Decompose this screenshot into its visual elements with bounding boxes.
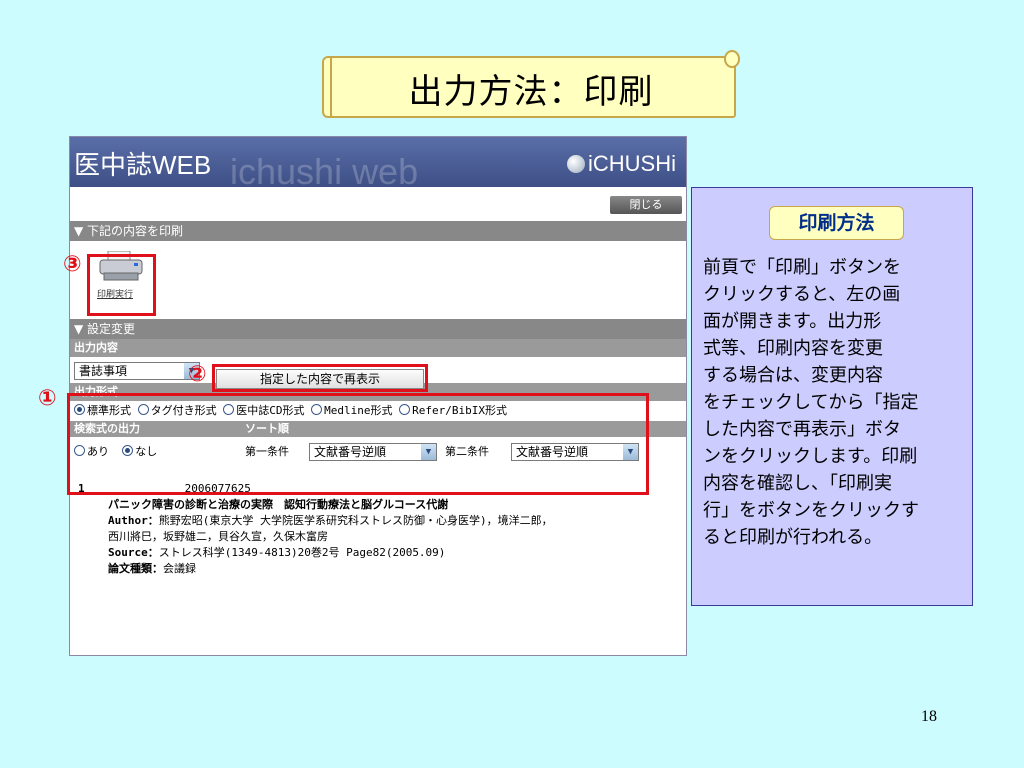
note-line: した内容で再表示」ボタ [703,419,901,440]
highlight-print-button [87,254,156,316]
author-line-2: 西川將巳，坂野雄二，貝谷久宣，久保木富房 [108,530,328,543]
print-section-header: ▼ 下記の内容を印刷 [70,221,686,241]
brand-logo: iCHUSHi [567,151,676,177]
author-label: Author： [108,514,159,527]
settings-section-header: ▼ 設定変更 [70,319,686,339]
explanation-note: 印刷方法 前頁で「印刷」ボタンを クリックすると、左の画 面が開きます。出力形 … [691,187,973,606]
print-area: 印刷実行 [70,241,686,319]
brand-text: iCHUSHi [588,151,676,176]
slide-title-banner: 出力方法：印刷 [322,50,740,118]
highlight-refresh-button [212,364,428,392]
page-number: 18 [921,708,937,725]
note-line: 内容を確認し、「印刷実 [703,473,892,494]
record-body: パニック障害の診断と治療の実際 認知行動療法と脳グルコース代謝 Author：熊… [78,497,678,577]
marker-3: ③ [63,252,82,277]
note-line: 式等、印刷内容を変更 [703,338,883,359]
note-line: 面が開きます。出力形 [703,311,882,332]
note-title: 印刷方法 [769,206,904,240]
note-line: 行」をボタンをクリックす [703,500,919,521]
source-label: Source： [108,546,159,559]
note-body: 前頁で「印刷」ボタンを クリックすると、左の画 面が開きます。出力形 式等、印刷… [703,254,965,551]
note-line: する場合は、変更内容 [703,365,883,386]
note-line: ると印刷が行われる。 [703,527,883,548]
output-content-value: 書誌事項 [79,364,128,378]
output-content-select[interactable]: 書誌事項 ▼ [74,362,200,380]
type-value: 会議録 [163,562,196,575]
close-button[interactable]: 閉じる [610,196,682,214]
note-line: ンをクリックします。印刷 [703,446,918,467]
toolbar: 閉じる [70,187,686,221]
author-line-1: 熊野宏昭(東京大学 大学院医学系研究科ストレス防御・心身医学)，境洋二郎， [158,514,553,527]
app-logo: 医中誌WEB [74,150,212,180]
slide-title: 出力方法：印刷 [408,72,654,112]
record-type: 論文種類：会議録 [108,561,678,577]
globe-icon [567,155,585,173]
note-line: をチェックしてから「指定 [703,392,919,413]
note-line: 前頁で「印刷」ボタンを [703,257,901,278]
record-author: Author：熊野宏昭(東京大学 大学院医学系研究科ストレス防御・心身医学)，境… [108,513,678,529]
highlight-output-settings [67,393,649,495]
app-header: 医中誌WEB ichushi web iCHUSHi [70,137,686,192]
source-value: ストレス科学(1349-4813)20巻2号 Page82(2005.09) [158,546,446,559]
record-title: パニック障害の診断と治療の実際 認知行動療法と脳グルコース代謝 [108,498,449,511]
output-content-header: 出力内容 [70,339,686,357]
note-line: クリックすると、左の画 [703,284,901,305]
type-label: 論文種類： [108,562,163,575]
marker-1: ① [38,386,57,411]
marker-2: ② [188,362,207,387]
record-source: Source：ストレス科学(1349-4813)20巻2号 Page82(200… [108,545,678,561]
